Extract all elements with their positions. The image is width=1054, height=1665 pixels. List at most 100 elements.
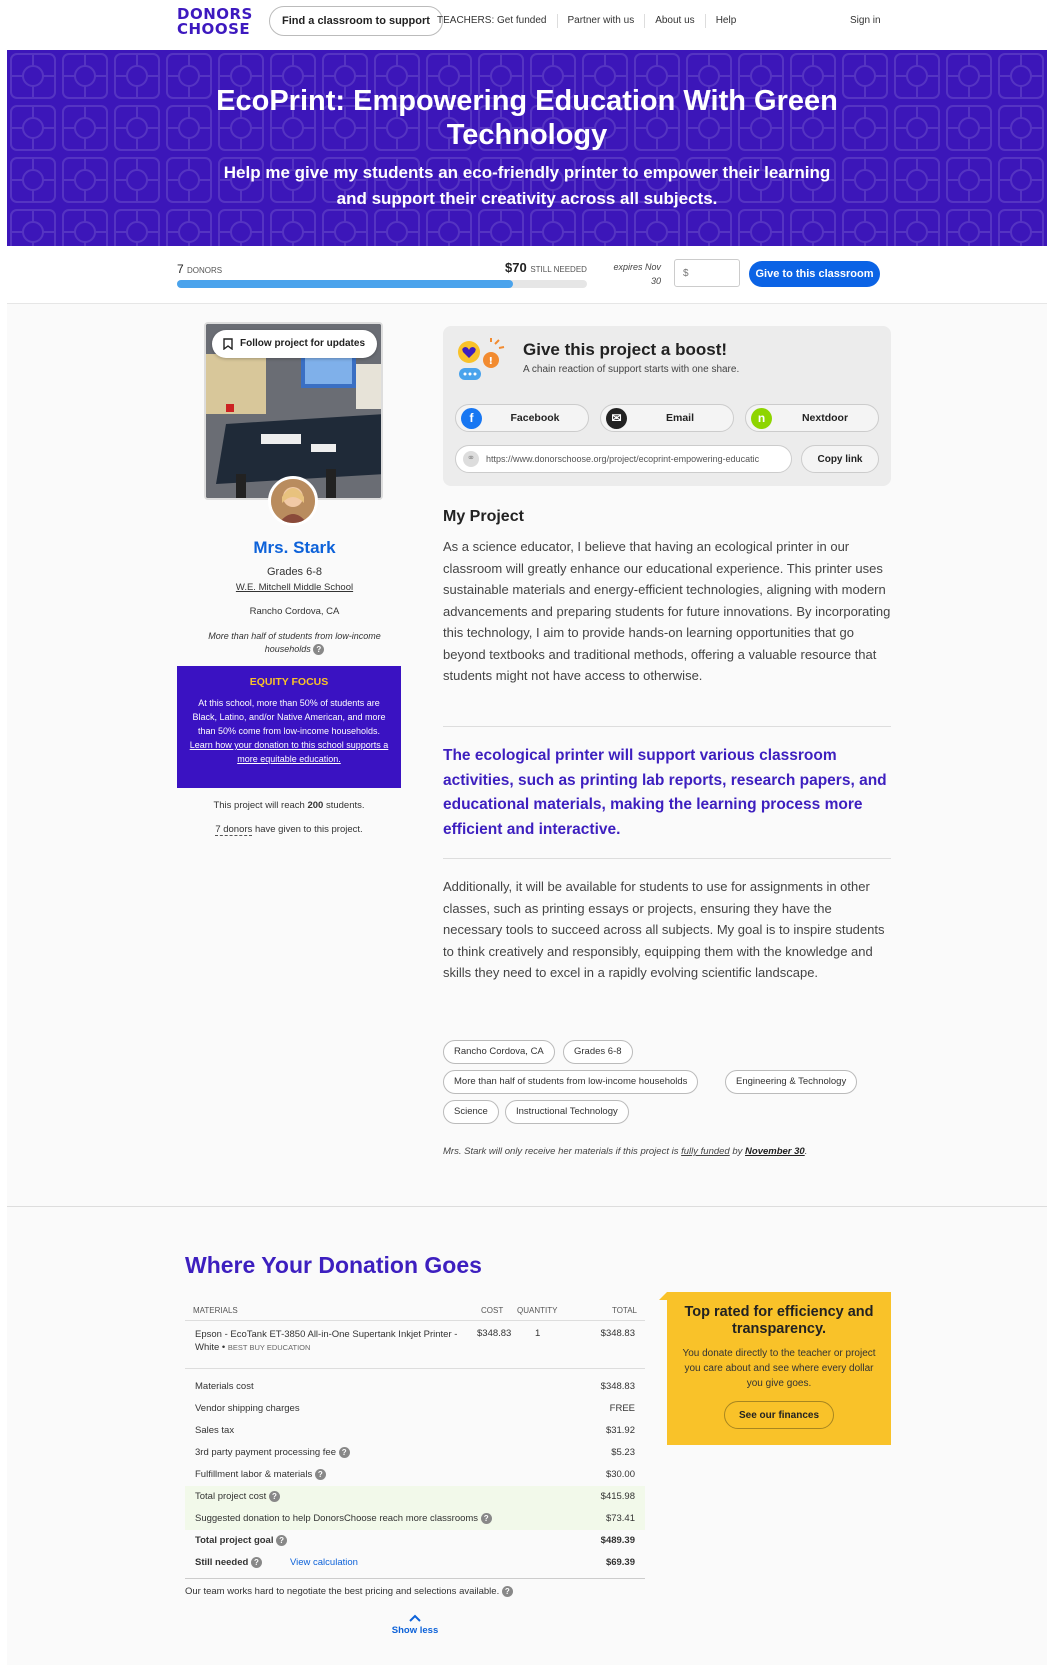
fully-funded-link[interactable]: fully funded [681, 1146, 730, 1157]
teacher-portrait-icon [271, 479, 315, 523]
equity-heading: EQUITY FOCUS [249, 676, 329, 688]
fee-value: FREE [609, 1403, 635, 1414]
project-paragraph-2: Additionally, it will be available for s… [443, 879, 885, 980]
tag-location[interactable]: Rancho Cordova, CA [443, 1040, 555, 1064]
help-icon[interactable]: ? [268, 1491, 280, 1502]
progress-track [177, 280, 587, 288]
sign-in-link[interactable]: Sign in [850, 15, 881, 26]
equity-text: At this school, more than 50% of student… [187, 696, 391, 766]
see-finances-button[interactable]: See our finances [724, 1401, 834, 1429]
nav-link-partner[interactable]: Partner with us [558, 14, 646, 28]
donors-list-link[interactable]: 7 donors [215, 824, 253, 836]
fee-row-shipping: Vendor shipping charges FREE [185, 1398, 645, 1420]
view-calculation-link[interactable]: View calculation [290, 1557, 358, 1568]
fee-value: $69.39 [605, 1557, 635, 1568]
email-label: Email [665, 412, 694, 424]
funded-note-date: November 30 [745, 1146, 805, 1157]
school-link[interactable]: W.E. Mitchell Middle School [177, 582, 412, 593]
share-facebook-button[interactable]: f Facebook [455, 404, 589, 432]
my-project-heading: My Project [443, 508, 524, 525]
funding-deadline-note: Mrs. Stark will only receive her materia… [443, 1146, 807, 1157]
fee-label-wrap: Total project goal ? [195, 1535, 288, 1546]
help-icon[interactable]: ? [338, 1447, 350, 1458]
fee-value: $30.00 [605, 1469, 635, 1480]
tag-poverty[interactable]: More than half of students from low-inco… [443, 1070, 699, 1094]
teacher-avatar[interactable] [268, 476, 318, 526]
fee-label: Total project cost [195, 1491, 267, 1503]
teacher-name[interactable]: Mrs. Stark [177, 538, 412, 558]
facebook-icon: f [461, 408, 482, 429]
help-icon[interactable]: ? [480, 1513, 492, 1524]
fee-row-suggested: Suggested donation to help DonorsChoose … [185, 1508, 645, 1530]
boost-title: Give this project a boost! [523, 340, 728, 359]
page: DONORS CHOOSE Find a classroom to suppor… [7, 0, 1047, 1665]
donorschoose-logo[interactable]: DONORS CHOOSE [177, 7, 257, 37]
fee-row-processing: 3rd party payment processing fee ? $5.23 [185, 1442, 645, 1464]
help-icon[interactable]: ? [313, 644, 325, 656]
fee-row-materials: Materials cost $348.83 [185, 1376, 645, 1398]
divider [185, 1320, 645, 1321]
fee-label: Vendor shipping charges [195, 1403, 300, 1414]
nav-link-teachers[interactable]: TEACHERS: Get funded [427, 14, 558, 28]
top-rated-title: Top rated for efficiency and transparenc… [684, 1304, 874, 1337]
hero-banner: EcoPrint: Empowering Education With Gree… [7, 50, 1047, 246]
share-url-text: https://www.donorschoose.org/project/eco… [486, 454, 760, 464]
fee-label-wrap: Total project cost ? [195, 1491, 280, 1502]
fee-label-wrap: Fulfillment labor & materials ? [195, 1469, 326, 1480]
fee-value: $489.39 [600, 1535, 635, 1546]
project-subtitle: Help me give my students an eco-friendly… [223, 163, 831, 208]
help-icon[interactable]: ? [250, 1557, 262, 1568]
tag-science[interactable]: Science [443, 1100, 499, 1124]
table-row: Epson - EcoTank ET-3850 All-in-One Super… [185, 1326, 645, 1362]
top-nav: DONORS CHOOSE Find a classroom to suppor… [7, 0, 1047, 50]
follow-project-button[interactable]: Follow project for updates [212, 330, 377, 358]
share-nextdoor-button[interactable]: n Nextdoor [745, 404, 879, 432]
give-to-classroom-button[interactable]: Give to this classroom [749, 261, 880, 287]
material-cost: $348.83 [477, 1328, 512, 1339]
fee-label: Materials cost [195, 1381, 254, 1392]
find-classroom-button[interactable]: Find a classroom to support [269, 6, 443, 36]
fee-value: $5.23 [611, 1447, 635, 1458]
copy-link-button[interactable]: Copy link [801, 445, 879, 473]
nextdoor-icon: n [751, 408, 772, 429]
donors-count: 7 DONORS [177, 262, 222, 276]
nav-link-about[interactable]: About us [645, 14, 706, 28]
project-paragraph-1: As a science educator, I believe that ha… [443, 539, 891, 683]
nav-link-help[interactable]: Help [706, 14, 747, 28]
tag-engineering[interactable]: Engineering & Technology [725, 1070, 858, 1094]
reach-count: 200 [307, 800, 324, 811]
divider [443, 858, 891, 859]
fee-label-wrap: Still needed ? View calculation [195, 1557, 358, 1568]
help-icon[interactable]: ? [314, 1469, 326, 1480]
poverty-level: More than half of students from low-inco… [197, 630, 392, 656]
heart-chat-icon: ! [458, 338, 505, 380]
top-rated-text: You donate directly to the teacher or pr… [682, 1348, 876, 1389]
material-name: Epson - EcoTank ET-3850 All-in-One Super… [195, 1329, 458, 1353]
chevron-up-icon [409, 1614, 421, 1622]
fee-row-total-cost: Total project cost ? $415.98 [185, 1486, 645, 1508]
show-less-button[interactable]: Show less [385, 1614, 445, 1636]
fee-label: Sales tax [195, 1425, 235, 1436]
section-divider [7, 1206, 1047, 1207]
tag-grades[interactable]: Grades 6-8 [563, 1040, 633, 1064]
divider [185, 1368, 645, 1369]
equity-learn-link[interactable]: Learn how your donation to this school s… [190, 740, 389, 764]
help-icon[interactable]: ? [501, 1586, 513, 1597]
tag-instructional-tech[interactable]: Instructional Technology [505, 1100, 629, 1124]
show-less-label: Show less [391, 1625, 439, 1636]
still-needed-label: STILL NEEDED [530, 265, 587, 274]
donors-given: 7 donors have given to this project. [177, 824, 401, 836]
logo-line-2: CHOOSE [177, 20, 251, 38]
pricing-note: Our team works hard to negotiate the bes… [185, 1586, 513, 1597]
fee-label: 3rd party payment processing fee [195, 1447, 336, 1459]
material-vendor: BEST BUY EDUCATION [227, 1343, 311, 1352]
help-icon[interactable]: ? [276, 1535, 288, 1546]
share-email-button[interactable]: ✉ Email [600, 404, 734, 432]
funded-note-end: . [804, 1146, 808, 1157]
bookmark-icon [223, 338, 233, 350]
donation-amount-input[interactable] [674, 259, 740, 287]
share-url-field[interactable]: ⚭ https://www.donorschoose.org/project/e… [455, 445, 792, 473]
reach-prefix: This project will reach [213, 800, 305, 811]
material-total: $348.83 [600, 1328, 635, 1339]
school-location: Rancho Cordova, CA [249, 606, 340, 617]
